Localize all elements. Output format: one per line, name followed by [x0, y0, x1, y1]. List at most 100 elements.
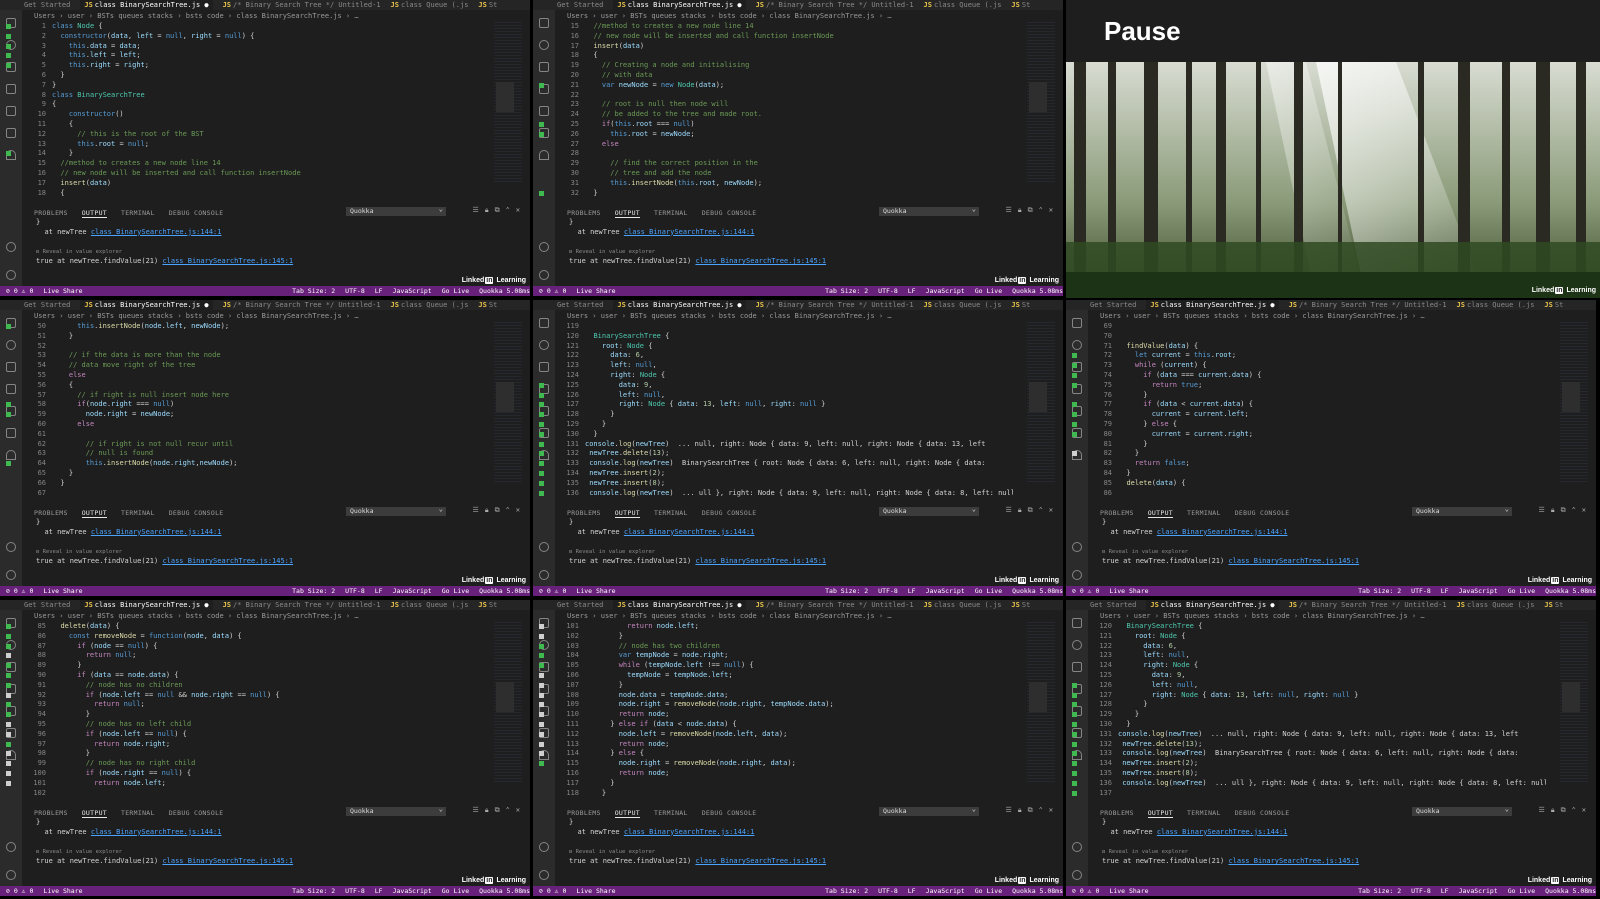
- log-link[interactable]: class BinarySearchTree.js:145:1: [162, 257, 293, 265]
- gear-icon[interactable]: [1072, 570, 1082, 580]
- code-line[interactable]: }: [585, 681, 1013, 691]
- tab-size[interactable]: Tab Size: 2: [825, 886, 868, 896]
- tab-queue[interactable]: JS class Queue (.js: [391, 600, 469, 610]
- code-line[interactable]: node.left = removeNode(node.left, data);: [585, 730, 1013, 740]
- code-line[interactable]: while (tempNode.left !== null) {: [585, 661, 1013, 671]
- tab-problems[interactable]: PROBLEMS: [567, 509, 601, 518]
- tab-problems[interactable]: PROBLEMS: [34, 209, 68, 218]
- code-line[interactable]: BinarySearchTree {: [1118, 622, 1546, 632]
- code-line[interactable]: return node;: [585, 769, 1013, 779]
- tab-size[interactable]: Tab Size: 2: [292, 886, 335, 896]
- code-line[interactable]: constructor(data, left = null, right = n…: [52, 32, 480, 42]
- encoding[interactable]: UTF-8: [878, 886, 898, 896]
- code-line[interactable]: // Creating a node and initialising: [585, 61, 1013, 71]
- close-icon[interactable]: ✕: [1582, 506, 1586, 515]
- log-link[interactable]: class BinarySearchTree.js:144:1: [624, 528, 755, 536]
- code-line[interactable]: }: [52, 749, 480, 759]
- tab-untitled[interactable]: JS/* Binary Search Tree */ Untitled-1: [756, 600, 914, 610]
- tab-binary-search-tree[interactable]: JS class BinarySearchTree.js ●: [1146, 600, 1279, 610]
- log-link[interactable]: class BinarySearchTree.js:144:1: [624, 828, 755, 836]
- code-line[interactable]: }: [52, 81, 480, 91]
- code-line[interactable]: return node.left;: [52, 779, 480, 789]
- tab-st[interactable]: JS St: [1544, 600, 1563, 610]
- code-line[interactable]: else: [52, 420, 480, 430]
- code-line[interactable]: if (node.right == null) {: [52, 769, 480, 779]
- eol[interactable]: LF: [375, 586, 383, 596]
- problems-count[interactable]: ⊘ 0 ⚠ 0: [539, 886, 566, 896]
- code-line[interactable]: newTree.insert(8);: [585, 479, 1013, 489]
- code-line[interactable]: [52, 789, 480, 799]
- code-line[interactable]: newTree.insert(8);: [1118, 769, 1546, 779]
- language-mode[interactable]: JavaScript: [926, 286, 965, 296]
- lock-icon[interactable]: 🔒︎: [1018, 506, 1022, 515]
- tab-get-started[interactable]: Get Started: [24, 300, 70, 310]
- tab-debug-console[interactable]: DEBUG CONSOLE: [702, 209, 757, 218]
- close-icon[interactable]: ✕: [1582, 806, 1586, 815]
- output-channel-select[interactable]: Quokka: [1412, 805, 1512, 816]
- code-line[interactable]: }: [1118, 700, 1546, 710]
- go-live-button[interactable]: Go Live: [975, 586, 1002, 596]
- code-line[interactable]: }: [1118, 710, 1546, 720]
- problems-count[interactable]: ⊘ 0 ⚠ 0: [1072, 886, 1099, 896]
- chevron-up-icon[interactable]: ⌃: [506, 206, 510, 215]
- extensions-icon[interactable]: [6, 84, 16, 94]
- minimap[interactable]: [494, 622, 522, 782]
- code-line[interactable]: left: null,: [1118, 651, 1546, 661]
- code-editor[interactable]: //method to creates a new node line 14 /…: [585, 22, 1013, 198]
- code-line[interactable]: this.right = right;: [52, 61, 480, 71]
- minimap[interactable]: [494, 322, 522, 482]
- code-line[interactable]: right: Node {: [585, 371, 1013, 381]
- tab-st[interactable]: JS St: [1011, 0, 1030, 10]
- tab-queue[interactable]: JS class Queue (.js: [1457, 600, 1535, 610]
- code-line[interactable]: newTree.delete(13);: [1118, 740, 1546, 750]
- code-line[interactable]: }: [52, 661, 480, 671]
- remote-icon[interactable]: [6, 428, 16, 438]
- tab-untitled[interactable]: JS/* Binary Search Tree */ Untitled-1: [223, 300, 381, 310]
- tab-output[interactable]: OUTPUT: [614, 509, 640, 518]
- language-mode[interactable]: JavaScript: [1459, 586, 1498, 596]
- code-line[interactable]: data: 6,: [1118, 642, 1546, 652]
- code-line[interactable]: [585, 91, 1013, 101]
- list-icon[interactable]: ☰: [1539, 506, 1545, 515]
- code-line[interactable]: delete(data) {: [1118, 479, 1546, 489]
- log-link[interactable]: class BinarySearchTree.js:144:1: [91, 828, 222, 836]
- quokka-status[interactable]: Quokka 5.08ms: [1012, 286, 1063, 296]
- code-line[interactable]: data: 9,: [585, 381, 1013, 391]
- gear-icon[interactable]: [1072, 870, 1082, 880]
- code-line[interactable]: }: [52, 332, 480, 342]
- account-icon[interactable]: [1072, 842, 1082, 852]
- code-line[interactable]: this.left = left;: [52, 51, 480, 61]
- code-line[interactable]: // node has no children: [52, 681, 480, 691]
- tab-terminal[interactable]: TERMINAL: [654, 209, 688, 218]
- tab-binary-search-tree[interactable]: JS class BinarySearchTree.js ●: [613, 300, 746, 310]
- quokka-status[interactable]: Quokka 5.08ms: [479, 886, 530, 896]
- code-line[interactable]: this.insertNode(node.right,newNode);: [52, 459, 480, 469]
- search-icon[interactable]: [1072, 340, 1082, 350]
- chevron-up-icon[interactable]: ⌃: [506, 806, 510, 815]
- list-icon[interactable]: ☰: [1539, 806, 1545, 815]
- code-line[interactable]: {: [52, 381, 480, 391]
- copy-icon[interactable]: ⧉: [1028, 206, 1033, 215]
- live-share-button[interactable]: Live Share: [576, 286, 615, 296]
- tab-untitled[interactable]: JS/* Binary Search Tree */ Untitled-1: [756, 0, 914, 10]
- code-line[interactable]: }: [1118, 720, 1546, 730]
- copy-icon[interactable]: ⧉: [1561, 806, 1566, 815]
- code-line[interactable]: current = current.right;: [1118, 430, 1546, 440]
- tab-st[interactable]: JS St: [1544, 300, 1563, 310]
- output-channel-select[interactable]: Quokka: [879, 505, 979, 516]
- search-icon[interactable]: [539, 340, 549, 350]
- log-link[interactable]: class BinarySearchTree.js:145:1: [162, 857, 293, 865]
- run-debug-icon[interactable]: [539, 106, 549, 116]
- code-line[interactable]: // node has no left child: [52, 720, 480, 730]
- tab-st[interactable]: JS St: [478, 300, 497, 310]
- code-line[interactable]: if (node.left == null && node.right == n…: [52, 691, 480, 701]
- code-line[interactable]: }: [585, 410, 1013, 420]
- code-line[interactable]: console.log(newTree) ... ull }, right: N…: [1118, 779, 1546, 789]
- eol[interactable]: LF: [1441, 886, 1449, 896]
- live-share-button[interactable]: Live Share: [43, 886, 82, 896]
- live-share-button[interactable]: Live Share: [576, 586, 615, 596]
- explorer-icon[interactable]: [1072, 318, 1082, 328]
- gear-icon[interactable]: [539, 570, 549, 580]
- copy-icon[interactable]: ⧉: [495, 206, 500, 215]
- tab-terminal[interactable]: TERMINAL: [654, 809, 688, 818]
